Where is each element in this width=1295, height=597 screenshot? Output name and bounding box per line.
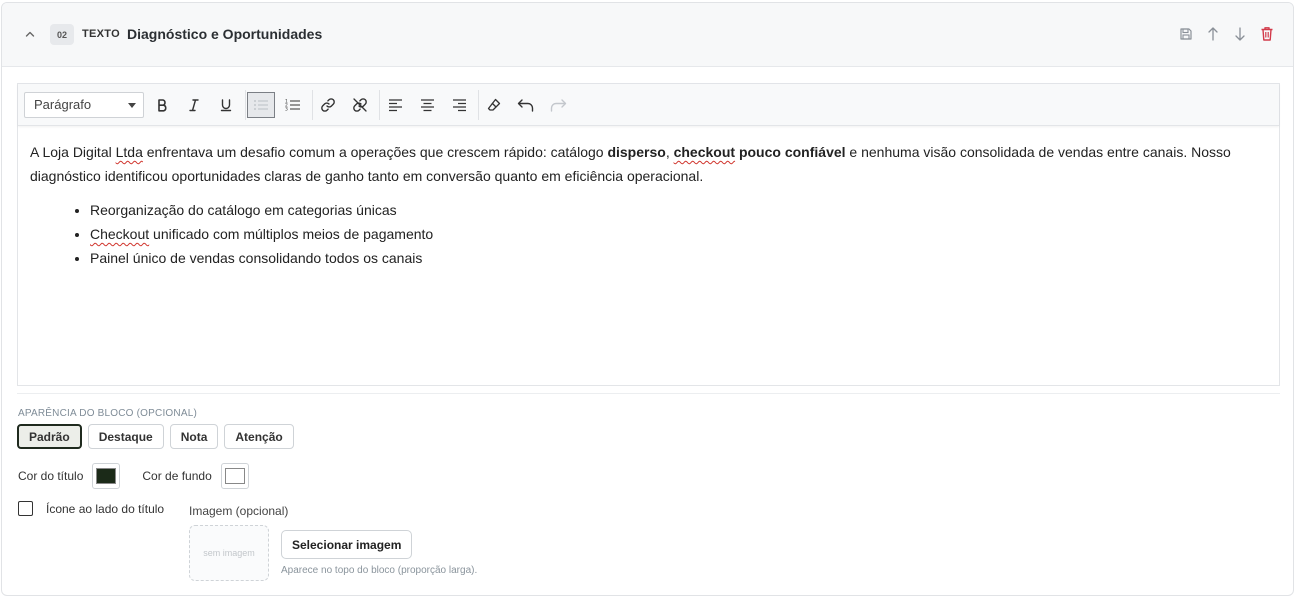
italic-button[interactable] xyxy=(180,92,208,118)
toolbar-separator xyxy=(379,90,380,120)
chevron-up-icon xyxy=(25,31,35,37)
undo-icon xyxy=(517,99,534,112)
background-color-swatch xyxy=(224,468,245,484)
header-actions xyxy=(1178,25,1275,43)
align-left-button[interactable] xyxy=(381,92,409,118)
toolbar-separator xyxy=(245,90,246,120)
list-item: Checkout unificado com múltiplos meios d… xyxy=(90,222,1267,246)
appearance-option-nota[interactable]: Nota xyxy=(169,424,219,449)
editor-toolbar: Parágrafo 123 xyxy=(18,84,1279,126)
redo-icon xyxy=(550,99,567,112)
bullet-list-icon xyxy=(254,100,268,110)
block-header: 02 TEXTO Diagnóstico e Oportunidades xyxy=(2,3,1293,67)
format-select-value: Parágrafo xyxy=(34,97,92,112)
toolbar-separator xyxy=(478,90,479,120)
background-color-label: Cor de fundo xyxy=(142,469,212,483)
image-label: Imagem (opcional) xyxy=(189,504,289,518)
appearance-option-destaque[interactable]: Destaque xyxy=(87,424,164,449)
clear-format-button[interactable] xyxy=(480,92,508,118)
text-block-card: 02 TEXTO Diagnóstico e Oportunidades Par… xyxy=(1,2,1294,596)
save-button[interactable] xyxy=(1178,25,1194,43)
text-run: Checkout xyxy=(90,226,150,242)
dropdown-arrow-icon xyxy=(128,103,136,108)
align-right-icon xyxy=(452,99,466,112)
align-center-button[interactable] xyxy=(413,92,441,118)
align-center-icon xyxy=(420,99,434,112)
title-color-swatch xyxy=(96,468,117,484)
bold-text: disperso xyxy=(607,144,666,160)
text-run: A Loja Digital xyxy=(30,144,116,160)
title-icon-label: Ícone ao lado do título xyxy=(46,501,165,516)
appearance-options: Padrão Destaque Nota Atenção xyxy=(17,424,294,449)
title-icon-checkbox[interactable] xyxy=(18,501,33,516)
arrow-up-icon xyxy=(1208,27,1218,41)
title-color-label: Cor do título xyxy=(18,469,84,483)
remove-link-button[interactable] xyxy=(346,92,374,118)
underline-button[interactable] xyxy=(212,92,240,118)
insert-link-button[interactable] xyxy=(314,92,342,118)
arrow-down-icon xyxy=(1235,27,1245,41)
title-icon-option: Ícone ao lado do título xyxy=(18,501,164,516)
redo-button[interactable] xyxy=(544,92,572,118)
text-run: , xyxy=(665,144,674,160)
image-placeholder: sem imagem xyxy=(189,525,269,581)
toolbar-separator xyxy=(312,90,313,120)
bold-text: checkout xyxy=(673,144,736,160)
image-hint: Aparece no topo do bloco (proporção larg… xyxy=(281,565,478,576)
underline-icon xyxy=(220,99,232,112)
list-item: Reorganização do catálogo em categorias … xyxy=(90,198,1267,222)
bold-button[interactable] xyxy=(148,92,176,118)
bullet-list-button[interactable] xyxy=(247,92,275,118)
align-left-icon xyxy=(388,99,402,112)
appearance-section-label: APARÊNCIA DO BLOCO (OPCIONAL) xyxy=(18,408,197,419)
undo-button[interactable] xyxy=(512,92,540,118)
select-image-button[interactable]: Selecionar imagem xyxy=(281,530,413,559)
block-title: Diagnóstico e Oportunidades xyxy=(127,26,323,42)
move-up-button[interactable] xyxy=(1205,25,1221,43)
appearance-option-padrao[interactable]: Padrão xyxy=(17,424,82,449)
trash-icon xyxy=(1261,27,1273,41)
delete-button[interactable] xyxy=(1259,25,1275,43)
rich-text-editor: Parágrafo 123 A Loja Digital Ltda enfren… xyxy=(17,83,1280,386)
text-run: Ltda xyxy=(115,144,143,160)
numbered-list-button[interactable]: 123 xyxy=(279,92,307,118)
bold-text: pouco confiável xyxy=(735,144,846,160)
align-right-button[interactable] xyxy=(445,92,473,118)
title-color-picker[interactable] xyxy=(92,463,121,489)
editor-paragraph: A Loja Digital Ltda enfrentava um desafi… xyxy=(30,140,1267,188)
svg-text:3: 3 xyxy=(285,107,288,113)
editor-content-area[interactable]: A Loja Digital Ltda enfrentava um desafi… xyxy=(18,126,1279,284)
bold-icon xyxy=(158,99,167,112)
italic-icon xyxy=(189,99,199,112)
color-settings-row: Cor do título Cor de fundo xyxy=(18,463,249,489)
text-run: enfrentava um desafio comum a operações … xyxy=(142,144,608,160)
link-icon xyxy=(321,98,335,112)
block-type-label: TEXTO xyxy=(82,28,120,40)
editor-bullet-list: Reorganização do catálogo em categorias … xyxy=(90,198,1267,270)
text-run: unificado com múltiplos meios de pagamen… xyxy=(149,226,434,242)
paragraph-format-select[interactable]: Parágrafo xyxy=(24,92,144,118)
appearance-option-atencao[interactable]: Atenção xyxy=(224,424,294,449)
numbered-list-icon: 123 xyxy=(285,99,300,113)
eraser-icon xyxy=(487,98,501,111)
background-color-picker[interactable] xyxy=(220,463,249,489)
save-icon xyxy=(1180,28,1192,40)
unlink-icon xyxy=(353,98,367,112)
list-item: Painel único de vendas consolidando todo… xyxy=(90,246,1267,270)
collapse-button[interactable] xyxy=(22,26,38,42)
move-down-button[interactable] xyxy=(1232,25,1248,43)
section-divider xyxy=(17,393,1280,394)
block-number-badge: 02 xyxy=(50,24,74,45)
